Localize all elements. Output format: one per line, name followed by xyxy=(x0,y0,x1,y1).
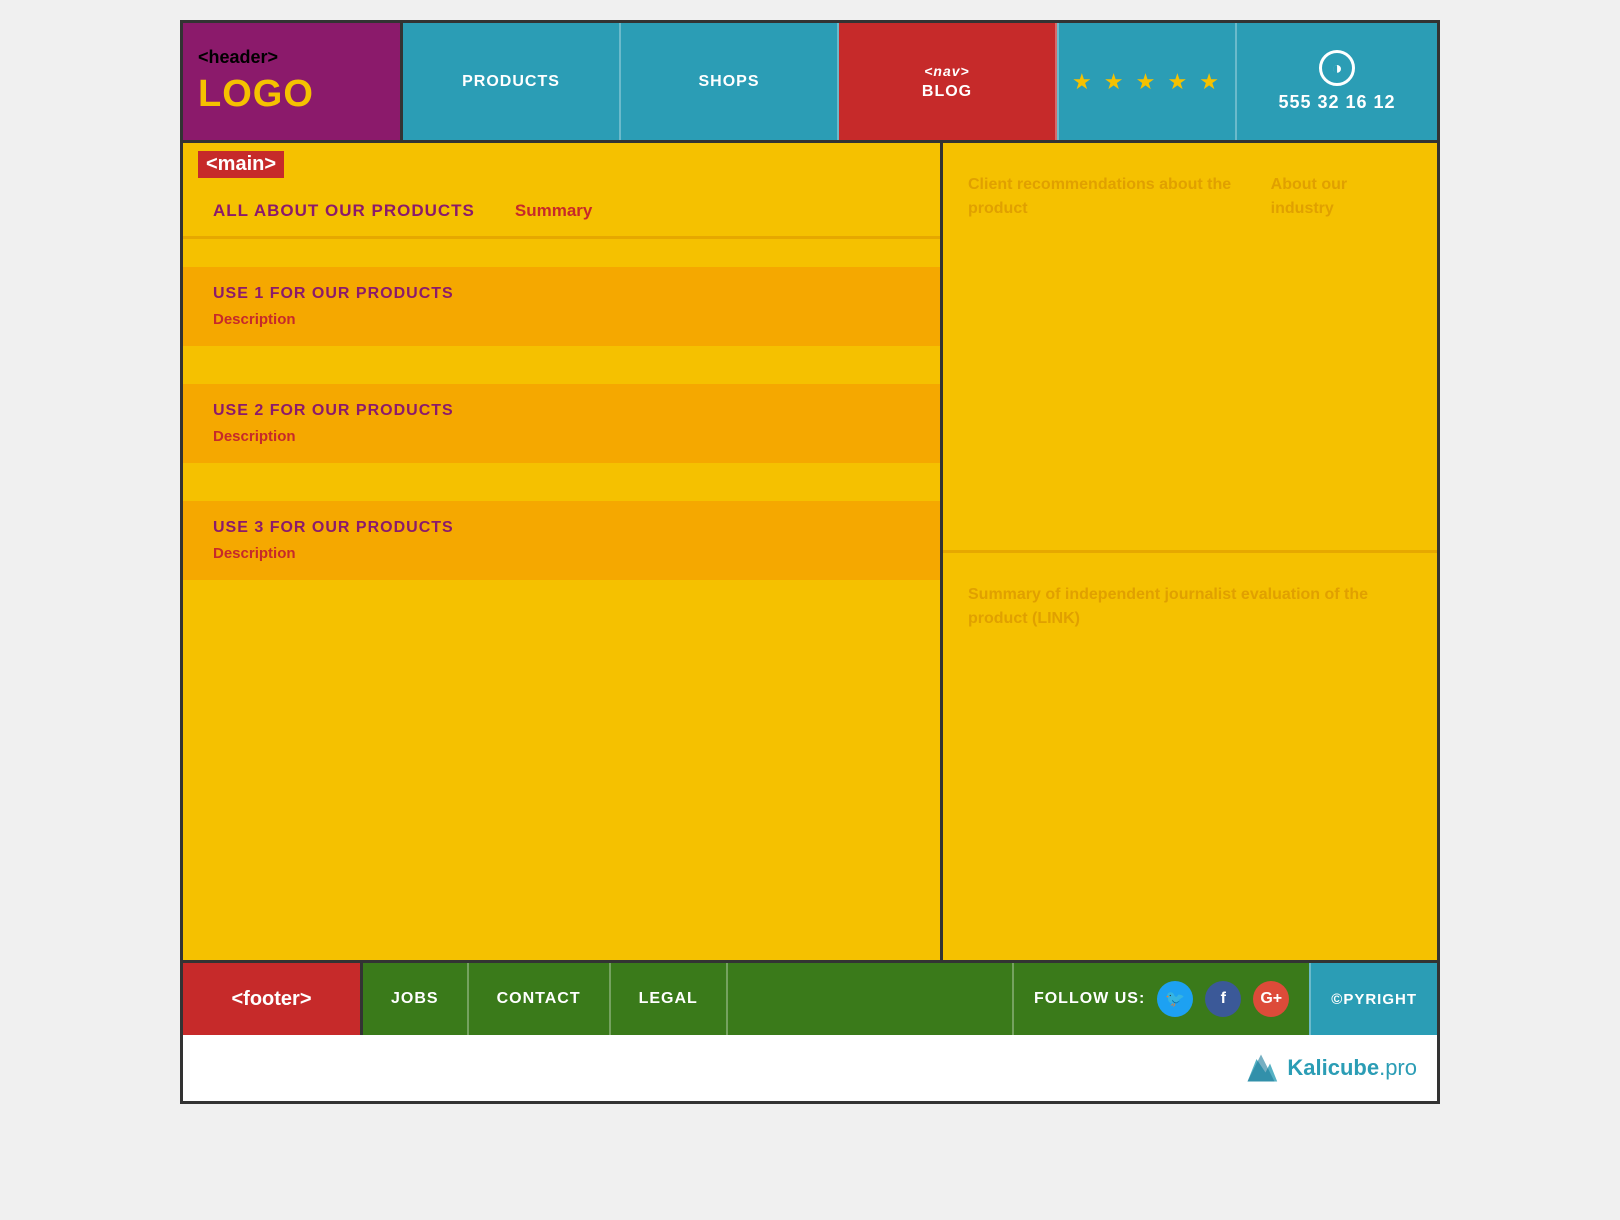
nav-area: PRODUCTS SHOPS <nav> BLOG xyxy=(403,23,1057,140)
footer-jobs[interactable]: JOBS xyxy=(363,963,469,1035)
about-industry: About our industry xyxy=(1271,173,1412,520)
all-about-subheading: Summary xyxy=(515,201,592,221)
social-facebook-icon[interactable]: f xyxy=(1205,981,1241,1017)
client-recommendations: Client recommendations about the product xyxy=(968,173,1251,520)
footer-legal[interactable]: LEGAL xyxy=(611,963,728,1035)
kalicube-name: Kalicube.pro xyxy=(1287,1055,1417,1081)
copyright-area: ©PYRIGHT xyxy=(1309,963,1437,1035)
section-use2-desc: Description xyxy=(213,428,910,445)
header-logo-area: <header> LOGO xyxy=(183,23,403,140)
gap-bottom-left xyxy=(183,590,940,960)
kalicube-branding: Kalicube.pro xyxy=(183,1035,1437,1101)
social-twitter-icon[interactable]: 🐦 xyxy=(1157,981,1193,1017)
all-about-section: ALL ABOUT OUR PRODUCTS Summary xyxy=(183,186,940,239)
journalist-eval-text: Summary of independent journalist evalua… xyxy=(968,586,1368,627)
copyright-text: ©PYRIGHT xyxy=(1331,991,1417,1008)
section-use1-title: USE 1 FOR OUR PRODUCTS xyxy=(213,285,910,303)
right-top: Client recommendations about the product… xyxy=(943,143,1437,553)
follow-us-label: FOLLOW US: xyxy=(1034,990,1145,1008)
nav-blog[interactable]: <nav> BLOG xyxy=(839,23,1057,140)
section-use3-title: USE 3 FOR OUR PRODUCTS xyxy=(213,519,910,537)
header: <header> LOGO PRODUCTS SHOPS <nav> BLOG … xyxy=(183,23,1437,143)
phone-area: ◑ 555 32 16 12 xyxy=(1237,23,1437,140)
logo[interactable]: LOGO xyxy=(198,73,385,116)
right-bottom: Summary of independent journalist evalua… xyxy=(943,553,1437,960)
main-right: Client recommendations about the product… xyxy=(943,143,1437,960)
gap-1 xyxy=(183,239,940,257)
about-industry-text: About our industry xyxy=(1271,176,1347,217)
gap-2 xyxy=(183,356,940,374)
section-use2: USE 2 FOR OUR PRODUCTS Description xyxy=(183,384,940,463)
client-reco-text: Client recommendations about the product xyxy=(968,176,1231,217)
nav-products[interactable]: PRODUCTS xyxy=(403,23,621,140)
section-use1-desc: Description xyxy=(213,311,910,328)
section-use1: USE 1 FOR OUR PRODUCTS Description xyxy=(183,267,940,346)
footer-contact[interactable]: CONTACT xyxy=(469,963,611,1035)
nav-shops[interactable]: SHOPS xyxy=(621,23,839,140)
nav-tag-label: <nav> xyxy=(924,63,969,79)
section-use2-title: USE 2 FOR OUR PRODUCTS xyxy=(213,402,910,420)
gap-3 xyxy=(183,473,940,491)
phone-icon: ◑ xyxy=(1319,50,1355,86)
footer: <footer> JOBS CONTACT LEGAL FOLLOW US: 🐦… xyxy=(183,963,1437,1035)
main-left: <main> ALL ABOUT OUR PRODUCTS Summary US… xyxy=(183,143,943,960)
footer-nav: JOBS CONTACT LEGAL xyxy=(363,963,728,1035)
footer-tag-label: <footer> xyxy=(231,988,311,1011)
kalicube-icon xyxy=(1243,1050,1279,1086)
footer-right: FOLLOW US: 🐦 f G+ xyxy=(1012,963,1309,1035)
main-tag-label: <main> xyxy=(198,151,284,178)
main: <main> ALL ABOUT OUR PRODUCTS Summary US… xyxy=(183,143,1437,963)
footer-tag-area: <footer> xyxy=(183,963,363,1035)
section-use3-desc: Description xyxy=(213,545,910,562)
all-about-heading: ALL ABOUT OUR PRODUCTS xyxy=(213,201,475,221)
main-tag-bar: <main> xyxy=(183,143,940,186)
header-tag-label: <header> xyxy=(198,47,385,68)
stars-area: ★ ★ ★ ★ ★ xyxy=(1057,23,1237,140)
phone-number: 555 32 16 12 xyxy=(1278,92,1395,113)
section-use3: USE 3 FOR OUR PRODUCTS Description xyxy=(183,501,940,580)
stars: ★ ★ ★ ★ ★ xyxy=(1072,69,1222,95)
social-googleplus-icon[interactable]: G+ xyxy=(1253,981,1289,1017)
